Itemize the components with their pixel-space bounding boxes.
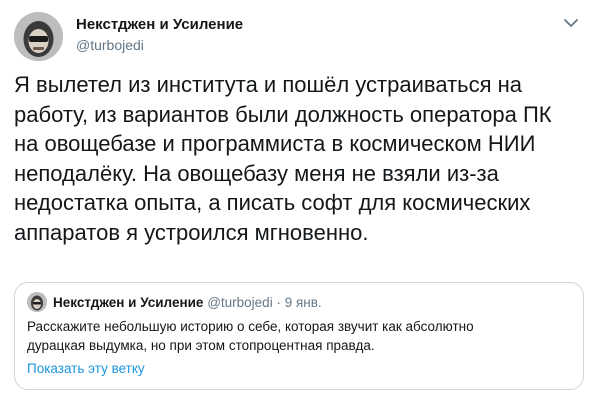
chevron-down-icon[interactable]	[562, 16, 580, 30]
avatar-image	[14, 12, 63, 61]
quoted-author-handle: @turbojedi	[207, 295, 273, 310]
quoted-avatar-image	[27, 292, 47, 312]
quoted-author-name: Некстджен и Усиление	[53, 295, 204, 310]
tweet: Некстджен и Усиление @turbojedi Я вылете…	[0, 0, 598, 406]
author-name[interactable]: Некстджен и Усиление	[76, 15, 243, 34]
quoted-date: 9 янв.	[284, 295, 322, 310]
quoted-separator: ·	[276, 295, 281, 310]
author-avatar[interactable]	[14, 12, 63, 61]
author-handle[interactable]: @turbojedi	[76, 36, 243, 54]
author-block: Некстджен и Усиление @turbojedi	[76, 15, 243, 54]
quoted-text: Расскажите небольшую историю о себе, кот…	[27, 319, 474, 353]
quoted-author-avatar	[27, 292, 47, 312]
tweet-text: Я вылетел из института и пошёл устраиват…	[14, 72, 552, 245]
show-thread-link[interactable]: Показать эту ветку	[27, 360, 145, 378]
quoted-tweet[interactable]: Некстджен и Усиление @turbojedi · 9 янв.…	[14, 282, 584, 390]
quoted-header: Некстджен и Усиление @turbojedi · 9 янв.	[53, 294, 322, 311]
